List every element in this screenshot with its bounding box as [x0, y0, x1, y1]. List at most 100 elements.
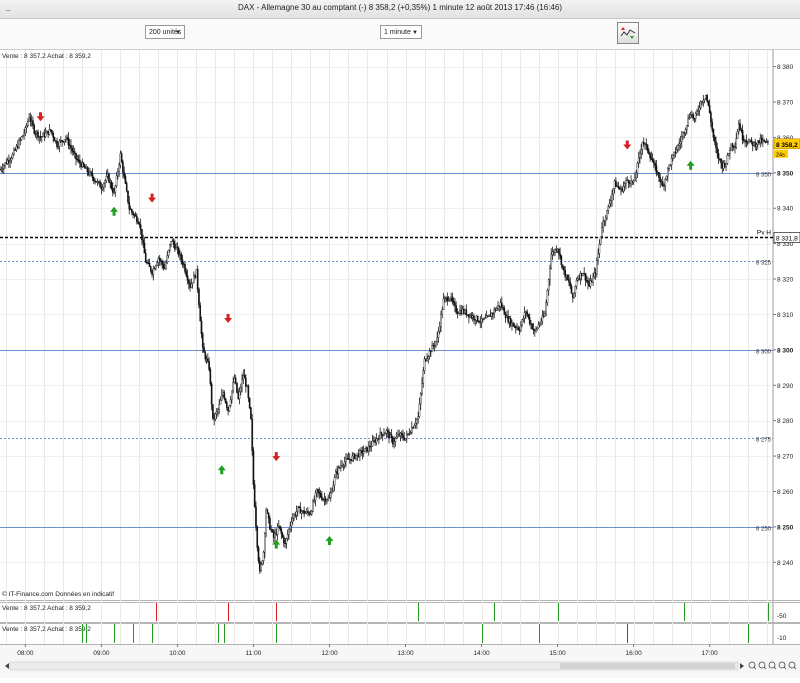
candle-body	[321, 496, 323, 500]
candle-body	[611, 194, 613, 201]
candle-body	[13, 149, 15, 155]
candle-body	[348, 458, 351, 461]
candle-body	[89, 171, 91, 175]
candle-body	[490, 313, 493, 317]
candle-body	[246, 385, 248, 388]
candle-body	[474, 319, 477, 321]
candle-body	[41, 136, 43, 138]
candle-body	[111, 188, 114, 193]
candle-body	[663, 185, 665, 187]
candle-body	[130, 209, 133, 213]
candle-body	[335, 471, 337, 478]
price-chart[interactable]: 8 250 8 275 8 300 8 325 8 350 Pv H 8 240 8 250 8…	[0, 50, 800, 678]
candle-body	[0, 169, 3, 171]
candle-body	[72, 150, 75, 153]
candle-body	[128, 201, 131, 210]
candle-body	[201, 333, 204, 348]
candle-body	[680, 136, 683, 143]
candle-body	[436, 337, 438, 342]
candle-body	[182, 263, 185, 265]
candle-body	[703, 98, 706, 101]
candle-body	[127, 190, 129, 203]
candle-body	[77, 159, 80, 161]
candle-body	[649, 153, 651, 158]
candle-body	[236, 382, 238, 393]
candle-body	[445, 297, 447, 299]
candle-body	[67, 137, 70, 146]
candle-body	[60, 140, 62, 142]
candle-body	[226, 402, 228, 408]
candle-body	[316, 488, 318, 494]
candle	[198, 287, 200, 309]
candle-body	[385, 430, 388, 434]
candle-body	[629, 182, 631, 185]
candle-body	[569, 282, 572, 287]
candle-body	[286, 534, 289, 539]
candle-body	[347, 458, 350, 460]
candle-body	[180, 253, 183, 260]
candle-body	[640, 149, 643, 154]
quantity-select[interactable]: 200 unités ▼	[145, 25, 185, 39]
candle-body	[342, 464, 345, 467]
candle-body	[228, 405, 231, 412]
candle-body	[437, 331, 440, 338]
candle-body	[199, 305, 202, 322]
candle-body	[650, 157, 653, 160]
candle-body	[255, 506, 257, 527]
candle-body	[163, 267, 166, 269]
candle-body	[229, 399, 232, 406]
candle-body	[424, 358, 427, 361]
candle-body	[265, 509, 267, 534]
candle-body	[485, 315, 488, 319]
candle-body	[646, 144, 649, 152]
candle-body	[390, 434, 393, 438]
candle-body	[120, 153, 123, 163]
candle-body	[350, 458, 352, 461]
candle-body	[76, 158, 79, 161]
scrollbar-thumb[interactable]	[560, 663, 735, 669]
minimize-button[interactable]: _	[6, 2, 10, 11]
candle-body	[613, 180, 616, 189]
candle-body	[749, 139, 751, 142]
candle-body	[407, 433, 409, 435]
candle	[707, 100, 710, 107]
candle-body	[195, 268, 198, 278]
candle-body	[422, 370, 425, 384]
candle-body	[536, 327, 539, 330]
candle-body	[451, 296, 454, 302]
candle-body	[597, 253, 599, 261]
candle-body	[589, 280, 592, 287]
timeframe-select[interactable]: 1 minute ▼	[380, 25, 422, 39]
indicator-panel-2-header: Vente : 8 357,2 Achat : 8 359,2	[2, 626, 91, 633]
candle	[257, 545, 260, 564]
candle-body	[541, 315, 544, 322]
candle-body	[428, 350, 431, 357]
candle-body	[151, 271, 153, 275]
candle-body	[175, 247, 177, 250]
candle-body	[318, 491, 321, 494]
candle-body	[653, 161, 655, 164]
candle-body	[276, 526, 279, 535]
candle-body	[1, 168, 4, 170]
candle-body	[405, 434, 408, 439]
trading-tool-button[interactable]	[617, 22, 639, 44]
candle-body	[559, 253, 561, 257]
candle-body	[157, 258, 160, 264]
candle-body	[626, 179, 629, 182]
candle-body	[220, 394, 223, 401]
candle-body	[684, 129, 687, 134]
candle-body	[718, 158, 721, 160]
candle-body	[141, 229, 143, 241]
candle-body	[132, 211, 134, 215]
candle-body	[148, 262, 151, 267]
candle-body	[214, 413, 217, 420]
candle-body	[326, 499, 328, 502]
candle-body	[162, 264, 165, 268]
candle-body	[672, 154, 674, 159]
candle-body	[744, 140, 746, 142]
candle-body	[369, 445, 371, 448]
candle-body	[248, 397, 251, 408]
candle-body	[641, 141, 644, 150]
x-tick-label: 12:00	[321, 650, 338, 657]
candle-body	[689, 115, 692, 119]
